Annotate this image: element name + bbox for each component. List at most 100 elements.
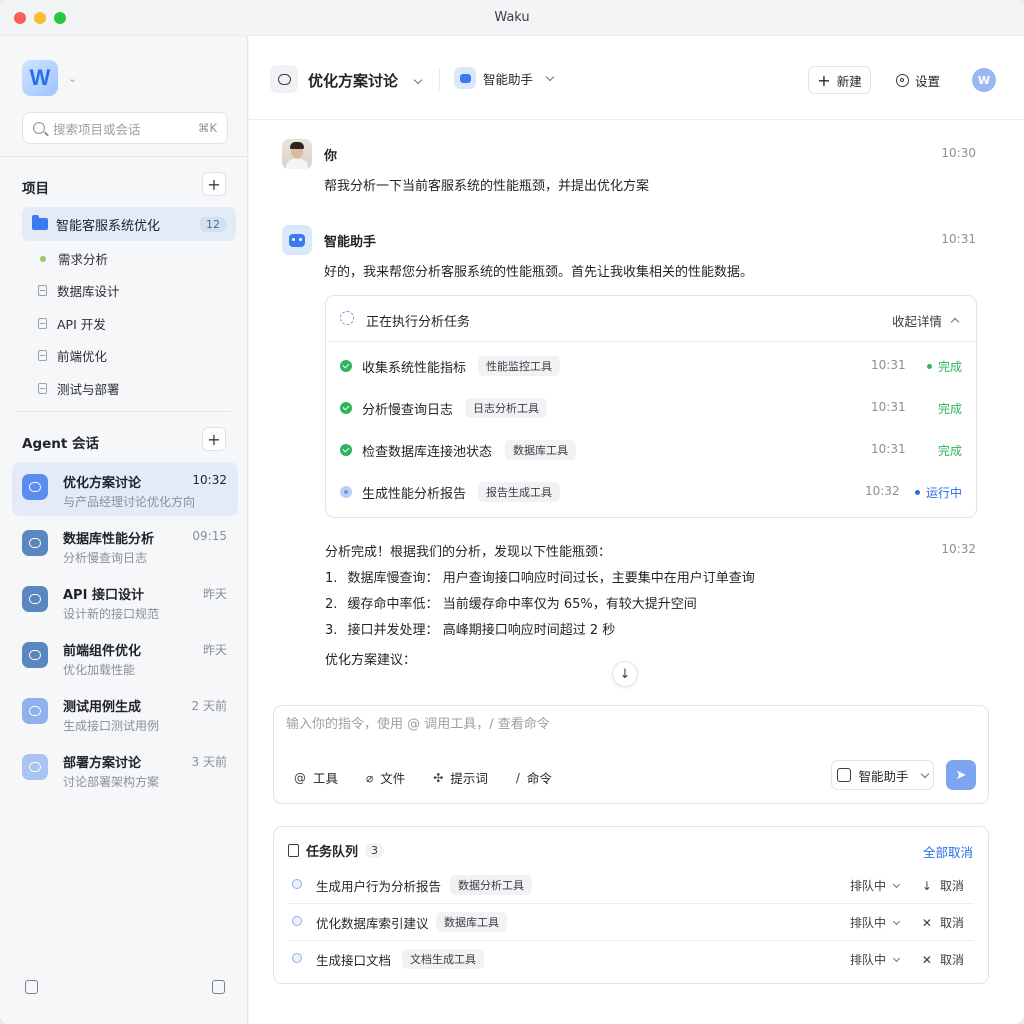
session-subtitle: 分析慢查询日志 <box>63 551 148 565</box>
user-avatar[interactable]: W <box>972 68 996 92</box>
settings-button[interactable]: 设置 <box>896 66 940 94</box>
step-name: 分析慢查询日志 <box>362 403 454 418</box>
agent-dropdown-label: 智能助手 <box>858 768 909 784</box>
tools-button[interactable]: @ 工具 <box>294 768 338 787</box>
cancel-all-button[interactable]: 全部取消 <box>923 842 973 861</box>
task-step: 生成性能分析报告 报告生成工具 10:32 运行中 <box>326 482 976 502</box>
point-text: 高峰期接口响应时间超过 2 秒 <box>442 623 616 638</box>
result-point: 2. 缓存命中率低： 当前缓存命中率仅为 65%，有较大提升空间 <box>325 593 697 612</box>
queue-status: 排队中 <box>850 951 901 968</box>
agent-dropdown[interactable]: 智能助手 <box>831 760 934 790</box>
projects-heading: 项目 <box>22 181 49 197</box>
header-divider <box>439 68 440 90</box>
collapse-label: 收起详情 <box>891 314 942 329</box>
close-icon: ✕ <box>921 952 932 967</box>
project-subitem[interactable]: 前端优化 <box>38 346 107 365</box>
chevron-down-icon <box>920 769 929 778</box>
chevron-down-icon <box>892 954 901 962</box>
session-item[interactable]: 数据库性能分析 分析慢查询日志 09:15 <box>12 518 238 572</box>
robot-icon <box>454 67 476 89</box>
scroll-to-bottom-button[interactable]: ↓ <box>612 661 638 687</box>
add-project-button[interactable]: + <box>202 172 226 196</box>
chat-bubble-icon <box>22 474 48 500</box>
add-session-button[interactable]: + <box>202 427 226 451</box>
queued-status-icon <box>292 879 302 889</box>
session-item[interactable]: 优化方案讨论 与产品经理讨论优化方向 10:32 <box>12 462 238 516</box>
chat-bubble-icon <box>22 754 48 780</box>
doc-icon <box>38 285 47 296</box>
session-subtitle: 讨论部署架构方案 <box>63 775 160 789</box>
new-button[interactable]: + 新建 <box>808 66 871 94</box>
agent-selector[interactable]: 智能助手 <box>454 67 555 89</box>
cancel-task-button[interactable]: ✕ 取消 <box>922 914 964 931</box>
doc-icon <box>38 383 47 394</box>
commands-button[interactable]: / 命令 <box>516 768 552 787</box>
project-item-active[interactable]: 智能客服系统优化 12 <box>22 207 236 241</box>
settings-label: 设置 <box>915 73 941 89</box>
chevron-down-icon <box>892 917 901 925</box>
project-subitem[interactable]: 测试与部署 <box>38 379 120 398</box>
send-button[interactable]: ➤ <box>946 760 976 790</box>
message-input[interactable] <box>286 717 886 732</box>
loading-spinner-icon <box>340 311 354 325</box>
task-step: 收集系统性能指标 性能监控工具 10:31 完成 <box>326 356 976 376</box>
session-item[interactable]: API 接口设计 设计新的接口规范 昨天 <box>12 574 238 628</box>
tool-tag: 报告生成工具 <box>478 482 560 502</box>
new-button-label: 新建 <box>836 73 862 89</box>
tool-label: 命令 <box>526 771 552 786</box>
project-subitem[interactable]: 数据库设计 <box>38 281 120 300</box>
app-logo[interactable]: W <box>22 60 58 96</box>
agent-name: 智能助手 <box>483 71 534 87</box>
gear-icon <box>896 73 909 87</box>
session-time: 10:32 <box>192 473 227 487</box>
step-time: 10:32 <box>865 484 900 498</box>
queue-status: 排队中 <box>850 877 901 894</box>
session-title: 测试用例生成 <box>63 700 142 715</box>
session-item[interactable]: 部署方案讨论 讨论部署架构方案 3 天前 <box>12 742 238 796</box>
conversation-title: 优化方案讨论 <box>308 72 399 90</box>
cancel-label: 取消 <box>939 953 964 967</box>
queue-row: 优化数据库索引建议 数据库工具 排队中 ✕ 取消 <box>288 904 974 941</box>
files-button[interactable]: ⌀ 文件 <box>366 768 405 787</box>
queue-count-badge: 3 <box>365 843 385 858</box>
chevron-up-icon <box>950 317 960 327</box>
status-dot-icon <box>40 255 46 262</box>
window-title: Waku <box>494 10 530 25</box>
step-status-label: 完成 <box>937 444 962 458</box>
project-subitem[interactable]: 需求分析 <box>38 249 108 268</box>
session-item[interactable]: 测试用例生成 生成接口测试用例 2 天前 <box>12 686 238 740</box>
document-icon[interactable] <box>212 980 225 994</box>
task-queue-title: 任务队列 <box>306 845 359 860</box>
result-point: 3. 接口并发处理： 高峰期接口响应时间超过 2 秒 <box>325 619 615 638</box>
task-card-header: 正在执行分析任务 收起详情 <box>326 296 976 342</box>
robot-icon <box>282 225 312 255</box>
doc-icon <box>38 318 47 329</box>
collapse-details-button[interactable]: 收起详情 <box>891 311 960 330</box>
step-status-label: 完成 <box>937 402 962 416</box>
prompts-button[interactable]: ✣ 提示词 <box>433 768 488 787</box>
tool-tag: 数据库工具 <box>436 912 507 932</box>
cancel-task-button[interactable]: ↓ 取消 <box>922 877 964 894</box>
step-time: 10:31 <box>871 442 906 456</box>
task-queue-header: 任务队列 3 <box>288 841 385 860</box>
conversation-title-dropdown[interactable]: 优化方案讨论 <box>308 70 423 91</box>
point-label: 缓存命中率低： <box>347 597 439 612</box>
search-input[interactable]: 搜索项目或会话 <box>53 119 198 138</box>
step-name: 收集系统性能指标 <box>362 361 467 376</box>
cancel-task-button[interactable]: ✕ 取消 <box>922 951 964 968</box>
chat-bubble-icon <box>22 530 48 556</box>
task-step: 分析慢查询日志 日志分析工具 10:31 完成 <box>326 398 976 418</box>
search-box[interactable]: 搜索项目或会话 ⌘K <box>22 112 228 144</box>
project-subitem[interactable]: API 开发 <box>38 314 106 333</box>
send-icon: ➤ <box>955 767 967 783</box>
plus-icon: + <box>817 70 831 90</box>
sliders-icon[interactable] <box>25 980 38 994</box>
task-step: 检查数据库连接池状态 数据库工具 10:31 完成 <box>326 440 976 460</box>
workspace-switch-icon[interactable]: ⌄ <box>68 72 77 85</box>
step-status: 完成 <box>938 400 962 417</box>
session-item[interactable]: 前端组件优化 优化加载性能 昨天 <box>12 630 238 684</box>
chevron-down-icon <box>414 75 423 85</box>
session-time: 2 天前 <box>191 699 227 713</box>
session-subtitle: 生成接口测试用例 <box>63 719 160 733</box>
tool-tag: 日志分析工具 <box>465 398 547 418</box>
